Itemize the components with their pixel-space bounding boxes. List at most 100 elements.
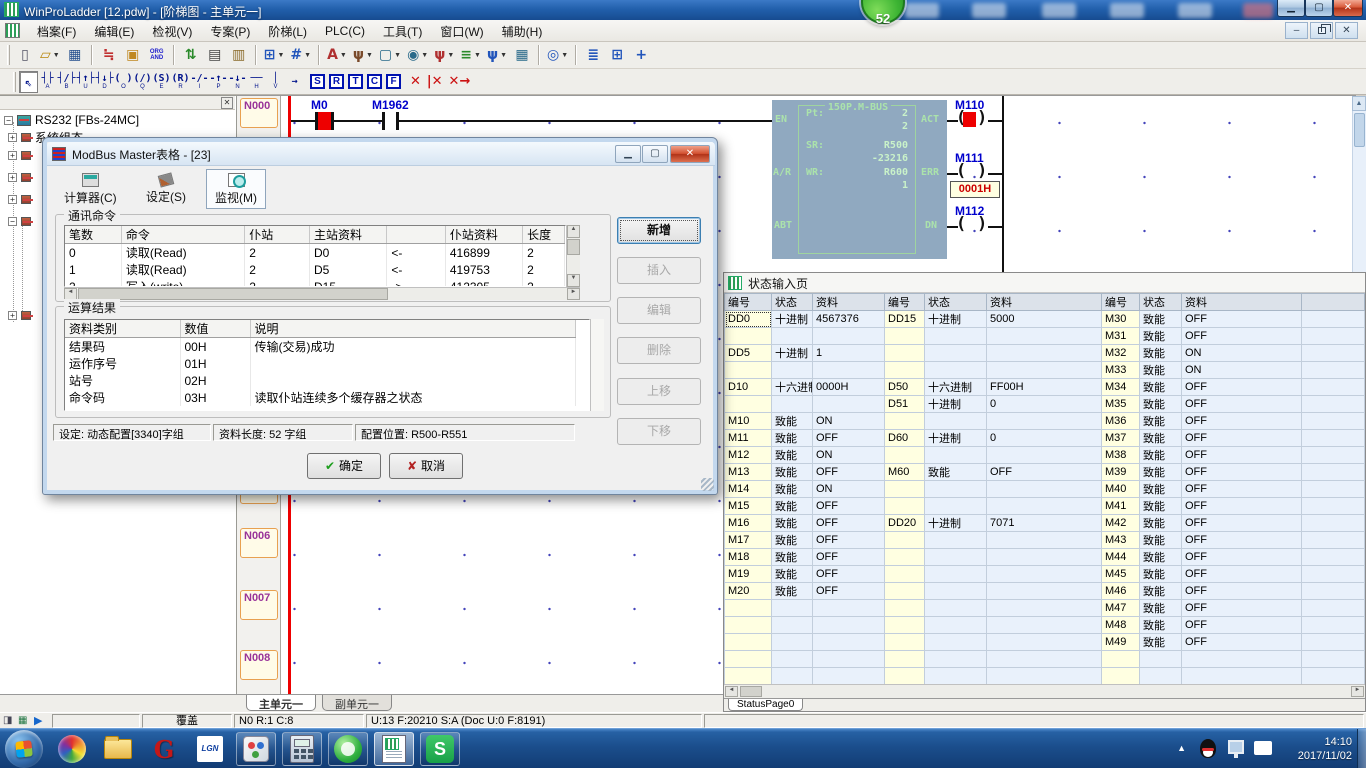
table-cell[interactable]: 2 (523, 244, 565, 262)
status-row[interactable]: M13致能OFFM60致能OFFM39致能OFF (725, 464, 1365, 481)
table-cell[interactable]: 2 (523, 261, 565, 278)
scroll-thumb[interactable] (1354, 113, 1365, 147)
status-cell[interactable]: 致能 (1140, 345, 1182, 362)
org-chart-icon[interactable]: ⊞▼ (261, 43, 288, 67)
status-cell[interactable]: 十六进制 (925, 379, 987, 396)
status-cell[interactable]: M33 (1102, 362, 1140, 379)
table-cell[interactable]: 02H (180, 372, 250, 389)
status-cell[interactable] (987, 532, 1102, 549)
connection-icon[interactable]: ◨ (3, 715, 12, 727)
status-cell[interactable]: 致能 (1140, 430, 1182, 447)
tree-close-icon[interactable]: ✕ (221, 97, 233, 109)
column-header[interactable]: 命令 (121, 226, 244, 244)
table-cell[interactable]: 读取(Read) (121, 244, 244, 262)
status-cell[interactable]: M45 (1102, 566, 1140, 583)
scroll-up-icon[interactable]: ▲ (1352, 96, 1366, 111)
status-cell[interactable]: 致能 (1140, 583, 1182, 600)
tool-U[interactable]: ┤↑├U (76, 71, 95, 93)
status-cell[interactable] (725, 328, 772, 345)
status-cell[interactable]: ON (813, 447, 885, 464)
status-cell[interactable]: M16 (725, 515, 772, 532)
chip-icon[interactable]: ▤ (203, 43, 227, 67)
list2-icon[interactable]: ≣ (581, 43, 605, 67)
status-cell[interactable] (772, 668, 813, 685)
status-column-header[interactable]: 状态 (925, 294, 987, 311)
taskbar-explorer[interactable] (98, 732, 138, 766)
coil-open[interactable]: ( (956, 214, 966, 234)
status-cell[interactable]: M60 (885, 464, 925, 481)
toolbar-grip[interactable] (13, 72, 16, 92)
status-row[interactable]: M16致能OFFDD20十进制7071M42致能OFF (725, 515, 1365, 532)
status-cell[interactable] (987, 328, 1102, 345)
table-cell[interactable]: 命令码 (65, 389, 180, 406)
resize-grip[interactable] (701, 478, 714, 491)
status-cell[interactable]: 致能 (772, 515, 813, 532)
status-cell[interactable] (885, 532, 925, 549)
scroll-down-icon[interactable]: ▼ (567, 274, 580, 287)
collapse-icon[interactable]: − (4, 116, 13, 125)
status-cell[interactable]: M17 (725, 532, 772, 549)
status-cell[interactable]: OFF (813, 515, 885, 532)
scroll-right-icon[interactable]: ► (1351, 686, 1364, 697)
delete-net-icon[interactable]: ✕→ (449, 74, 471, 89)
status-cell[interactable]: M40 (1102, 481, 1140, 498)
table-cell[interactable]: 0 (65, 244, 121, 262)
status-cell[interactable]: 致能 (772, 481, 813, 498)
status-row[interactable]: DD5十进制1M32致能ON (725, 345, 1365, 362)
status-column-header[interactable]: 资料 (813, 294, 885, 311)
ok-button[interactable]: ✔确定 (307, 453, 381, 479)
mdi-restore-button[interactable] (1310, 22, 1333, 39)
run-plug-icon[interactable]: ψ▼ (350, 43, 376, 67)
plug-m-icon[interactable]: ψ▼ (484, 43, 510, 67)
table-cell[interactable]: 运作序号 (65, 355, 180, 372)
status-cell[interactable]: OFF (1182, 328, 1302, 345)
status-cell[interactable]: 致能 (1140, 617, 1182, 634)
save-icon[interactable]: ▦ (63, 43, 87, 67)
zoom-icon[interactable]: ◎▼ (544, 43, 571, 67)
status-cell[interactable]: M15 (725, 498, 772, 515)
dropdown-icon[interactable]: ▼ (421, 52, 428, 59)
status-cell[interactable] (885, 617, 925, 634)
status-cell[interactable] (772, 634, 813, 651)
status-cell[interactable]: OFF (1182, 464, 1302, 481)
coil-close[interactable]: ) (977, 214, 987, 234)
status-cell[interactable]: OFF (1182, 311, 1302, 328)
status-cell[interactable]: 十进制 (925, 430, 987, 447)
dialog-tab-计算器(C)[interactable]: 计算器(C) (56, 169, 125, 209)
tree-node-stub[interactable]: + (8, 173, 35, 182)
status-cell[interactable] (987, 481, 1102, 498)
status-cell[interactable] (725, 651, 772, 668)
scroll-up-icon[interactable]: ▲ (567, 225, 580, 238)
tool-D[interactable]: ┤↓├D (95, 71, 114, 93)
status-cell[interactable] (925, 566, 987, 583)
status-cell[interactable] (725, 600, 772, 617)
status-cell[interactable]: M36 (1102, 413, 1140, 430)
status-cell[interactable]: 致能 (1140, 464, 1182, 481)
tree-node-stub[interactable]: − (8, 217, 35, 226)
dropdown-icon[interactable]: ▼ (474, 52, 481, 59)
status-cell[interactable]: 5000 (987, 311, 1102, 328)
status-cell[interactable]: 致能 (1140, 515, 1182, 532)
contact-label[interactable]: M0 (311, 98, 328, 112)
status-cell[interactable]: M18 (725, 549, 772, 566)
menu-专案(P)[interactable]: 专案(P) (201, 21, 259, 42)
status-column-header[interactable]: 资料 (987, 294, 1102, 311)
status-cell[interactable]: M41 (1102, 498, 1140, 515)
status-cell[interactable]: OFF (813, 430, 885, 447)
dialog-titlebar[interactable]: ModBus Master表格 - [23] ▁ ▢ ✕ (47, 142, 715, 166)
network-icon[interactable] (1228, 740, 1244, 754)
taskbar-s-app[interactable]: S (420, 732, 460, 766)
status-cell[interactable]: 致能 (1140, 379, 1182, 396)
status-row[interactable]: M11致能OFFD60十进制0M37致能OFF (725, 430, 1365, 447)
status-row[interactable]: M14致能ONM40致能OFF (725, 481, 1365, 498)
clock[interactable]: 14:10 2017/11/02 (1298, 735, 1352, 763)
status-cell[interactable]: M37 (1102, 430, 1140, 447)
tool-s-box[interactable]: S (310, 74, 325, 89)
tool-N[interactable]: -↓-N (228, 71, 247, 93)
status-cell[interactable]: OFF (1182, 379, 1302, 396)
status-cell[interactable]: 0 (987, 396, 1102, 413)
status-cell[interactable] (885, 498, 925, 515)
status-row[interactable]: M10致能ONM36致能OFF (725, 413, 1365, 430)
status-cell[interactable]: OFF (1182, 566, 1302, 583)
status-cell[interactable] (813, 328, 885, 345)
